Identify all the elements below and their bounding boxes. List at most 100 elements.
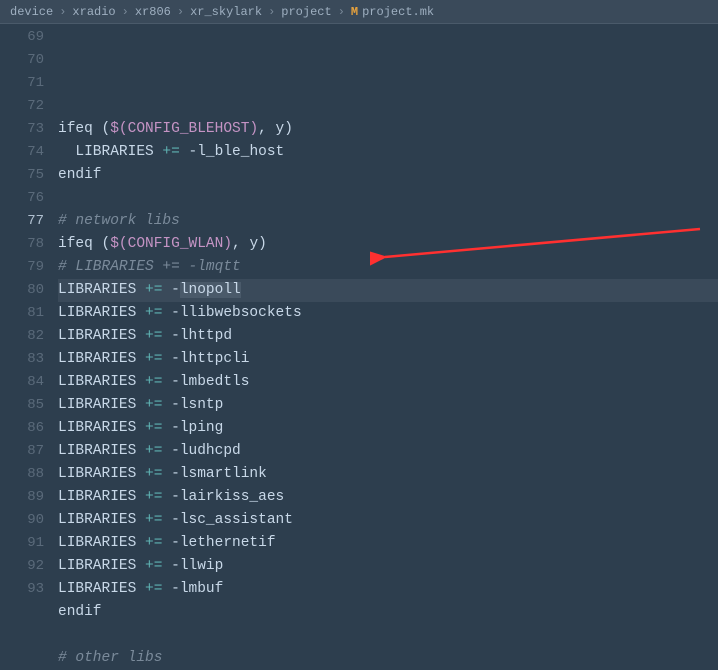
chevron-right-icon: ›: [59, 5, 66, 19]
code-token: +=: [145, 420, 162, 436]
code-token: LIBRARIES: [58, 443, 145, 459]
chevron-right-icon: ›: [338, 5, 345, 19]
code-token: LIBRARIES: [58, 144, 162, 160]
chevron-right-icon: ›: [177, 5, 184, 19]
breadcrumb-file[interactable]: project.mk: [362, 5, 434, 19]
code-line[interactable]: LIBRARIES += -lhttpd: [58, 325, 718, 348]
code-token: +=: [145, 535, 162, 551]
code-line[interactable]: [58, 187, 718, 210]
code-line[interactable]: [58, 624, 718, 647]
line-number: 81: [0, 302, 44, 325]
code-token: -ludhcpd: [162, 443, 240, 459]
line-number: 85: [0, 394, 44, 417]
line-number: 74: [0, 141, 44, 164]
line-number: 71: [0, 72, 44, 95]
code-line[interactable]: LIBRARIES += -llibwebsockets: [58, 302, 718, 325]
code-line[interactable]: LIBRARIES += -lsntp: [58, 394, 718, 417]
code-token: -l_ble_host: [180, 144, 284, 160]
code-token: endif: [58, 167, 102, 183]
line-number: 86: [0, 417, 44, 440]
breadcrumb-item[interactable]: xr806: [135, 5, 171, 19]
code-line[interactable]: ifeq ($(CONFIG_WLAN), y): [58, 233, 718, 256]
line-number: 78: [0, 233, 44, 256]
code-token: -lsmartlink: [162, 466, 266, 482]
code-line[interactable]: # network libs: [58, 210, 718, 233]
code-token: -: [162, 282, 179, 298]
code-editor[interactable]: 6970717273747576777879808182838485868788…: [0, 24, 718, 610]
breadcrumb-item[interactable]: xradio: [72, 5, 115, 19]
code-line[interactable]: LIBRARIES += -lsc_assistant: [58, 509, 718, 532]
code-token: , y): [258, 121, 293, 137]
line-number: 89: [0, 486, 44, 509]
code-token: +=: [145, 328, 162, 344]
code-line[interactable]: # LIBRARIES += -lmqtt: [58, 256, 718, 279]
code-token: LIBRARIES: [58, 489, 145, 505]
code-line[interactable]: LIBRARIES += -lmbuf: [58, 578, 718, 601]
code-token: , y): [232, 236, 267, 252]
code-token: LIBRARIES: [58, 581, 145, 597]
line-number: 72: [0, 95, 44, 118]
line-number: 70: [0, 49, 44, 72]
code-token: -lhttpcli: [162, 351, 249, 367]
code-token: LIBRARIES: [58, 420, 145, 436]
code-line[interactable]: LIBRARIES += -lping: [58, 417, 718, 440]
breadcrumb-item[interactable]: project: [281, 5, 331, 19]
line-number: 87: [0, 440, 44, 463]
code-line[interactable]: # other libs: [58, 647, 718, 670]
breadcrumb-item[interactable]: xr_skylark: [190, 5, 262, 19]
code-token: LIBRARIES: [58, 535, 145, 551]
code-line[interactable]: endif: [58, 601, 718, 624]
code-token: LIBRARIES: [58, 397, 145, 413]
code-token: # other libs: [58, 650, 162, 666]
code-line[interactable]: [58, 95, 718, 118]
code-line[interactable]: LIBRARIES += -lmbedtls: [58, 371, 718, 394]
code-line[interactable]: LIBRARIES += -l_ble_host: [58, 141, 718, 164]
code-line[interactable]: LIBRARIES += -llwip: [58, 555, 718, 578]
code-token: -lmbedtls: [162, 374, 249, 390]
code-token: LIBRARIES: [58, 282, 145, 298]
code-line[interactable]: LIBRARIES += -lethernetif: [58, 532, 718, 555]
line-number-gutter: 6970717273747576777879808182838485868788…: [0, 24, 58, 610]
line-number: 90: [0, 509, 44, 532]
line-number: 79: [0, 256, 44, 279]
code-token: +=: [145, 489, 162, 505]
code-token: -lsntp: [162, 397, 223, 413]
code-token: +=: [145, 305, 162, 321]
line-number: 82: [0, 325, 44, 348]
breadcrumb[interactable]: device › xradio › xr806 › xr_skylark › p…: [0, 0, 718, 24]
code-token: LIBRARIES: [58, 466, 145, 482]
line-number: 77: [0, 210, 44, 233]
code-token: -llibwebsockets: [162, 305, 301, 321]
code-token: -lethernetif: [162, 535, 275, 551]
code-token: LIBRARIES: [58, 558, 145, 574]
code-token: LIBRARIES: [58, 374, 145, 390]
line-number: 73: [0, 118, 44, 141]
code-line[interactable]: LIBRARIES += -lsmartlink: [58, 463, 718, 486]
code-line[interactable]: endif: [58, 164, 718, 187]
code-line[interactable]: LIBRARIES += -lnopoll: [58, 279, 718, 302]
code-token: lnopoll: [180, 282, 241, 298]
code-token: +=: [145, 466, 162, 482]
code-line[interactable]: LIBRARIES += -ludhcpd: [58, 440, 718, 463]
code-token: LIBRARIES: [58, 351, 145, 367]
line-number: 88: [0, 463, 44, 486]
code-token: -lairkiss_aes: [162, 489, 284, 505]
code-token: -lsc_assistant: [162, 512, 293, 528]
code-token: endif: [58, 604, 102, 620]
code-token: +=: [145, 512, 162, 528]
chevron-right-icon: ›: [268, 5, 275, 19]
code-area[interactable]: ifeq ($(CONFIG_BLEHOST), y) LIBRARIES +=…: [58, 24, 718, 610]
line-number: 84: [0, 371, 44, 394]
code-line[interactable]: LIBRARIES += -lairkiss_aes: [58, 486, 718, 509]
code-token: # LIBRARIES += -lmqtt: [58, 259, 241, 275]
code-token: ifeq (: [58, 121, 110, 137]
code-token: +=: [145, 282, 162, 298]
code-line[interactable]: ifeq ($(CONFIG_BLEHOST), y): [58, 118, 718, 141]
line-number: 83: [0, 348, 44, 371]
code-token: +=: [145, 443, 162, 459]
code-line[interactable]: LIBRARIES += -lhttpcli: [58, 348, 718, 371]
breadcrumb-item[interactable]: device: [10, 5, 53, 19]
line-number: 76: [0, 187, 44, 210]
code-token: LIBRARIES: [58, 328, 145, 344]
line-number: 69: [0, 26, 44, 49]
